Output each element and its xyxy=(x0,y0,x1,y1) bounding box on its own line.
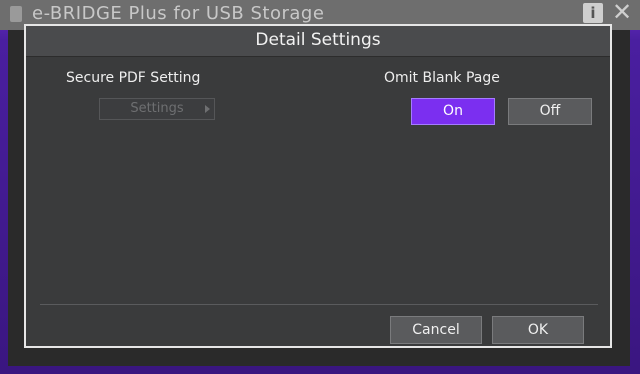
screen: e-BRIDGE Plus for USB Storage i ✕ Detail… xyxy=(0,0,640,374)
background-app-title: e-BRIDGE Plus for USB Storage xyxy=(32,3,325,24)
close-icon[interactable]: ✕ xyxy=(610,0,634,24)
omit-blank-page-label: Omit Blank Page xyxy=(384,70,500,86)
usb-storage-icon xyxy=(10,6,22,22)
secure-pdf-setting-label: Secure PDF Setting xyxy=(66,70,201,86)
dialog-header: Detail Settings xyxy=(26,26,610,57)
secure-pdf-settings-button: Settings xyxy=(99,98,215,120)
dialog-title: Detail Settings xyxy=(255,30,381,50)
detail-settings-dialog: Detail Settings Secure PDF Setting Setti… xyxy=(24,24,612,348)
omit-blank-page-off-button[interactable]: Off xyxy=(508,98,592,125)
ok-button[interactable]: OK xyxy=(492,316,584,344)
settings-button-label: Settings xyxy=(130,101,184,116)
info-icon[interactable]: i xyxy=(583,3,603,23)
omit-blank-page-on-button[interactable]: On xyxy=(411,98,495,125)
cancel-button[interactable]: Cancel xyxy=(390,316,482,344)
footer-divider xyxy=(40,304,598,305)
chevron-right-icon xyxy=(205,105,210,113)
